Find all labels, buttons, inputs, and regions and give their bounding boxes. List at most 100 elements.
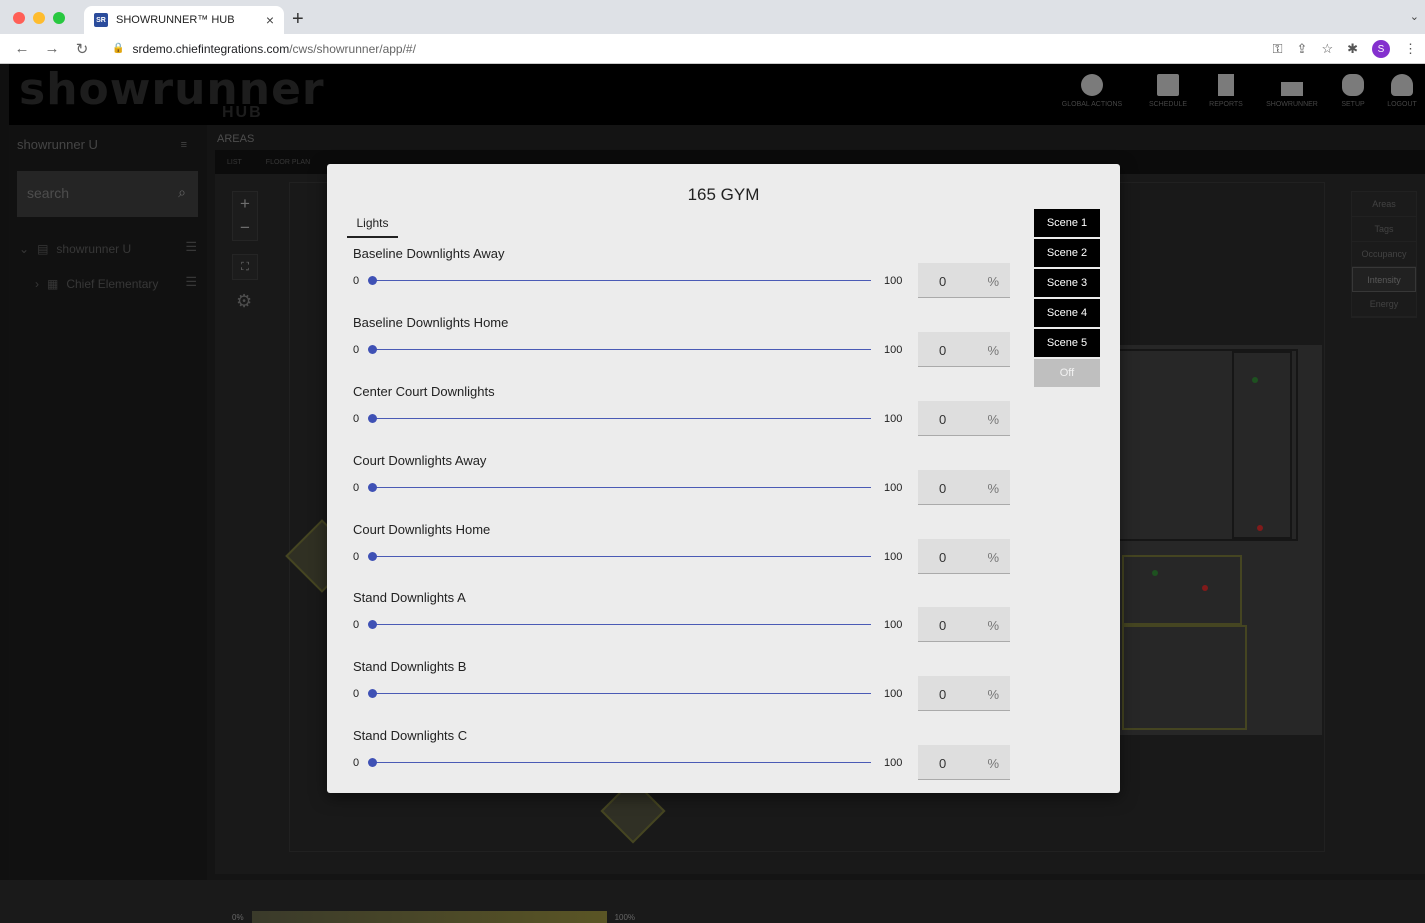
slider-thumb[interactable] <box>368 689 377 698</box>
scene-buttons: Scene 1 Scene 2 Scene 3 Scene 4 Scene 5 … <box>1034 209 1100 389</box>
slider-track[interactable] <box>371 693 871 694</box>
light-name: Court Downlights Home <box>353 522 491 537</box>
level-value: 0 <box>939 550 947 565</box>
level-input[interactable]: 0 % <box>918 745 1010 780</box>
extensions-icon[interactable]: ✱ <box>1347 41 1358 57</box>
scene-4-button[interactable]: Scene 4 <box>1034 299 1100 327</box>
url-field[interactable]: 🔒 srdemo.chiefintegrations.com/cws/showr… <box>112 42 416 56</box>
level-value: 0 <box>939 481 947 496</box>
slider-max-label: 100 <box>884 551 903 563</box>
slider-thumb[interactable] <box>368 483 377 492</box>
level-input[interactable]: 0 % <box>918 470 1010 505</box>
more-menu-icon[interactable]: ⋮ <box>1404 41 1417 57</box>
reload-icon[interactable]: ↻ <box>74 40 90 58</box>
percent-suffix: % <box>987 618 999 633</box>
minimize-window-button[interactable] <box>33 12 45 24</box>
slider-max-label: 100 <box>884 619 903 631</box>
slider-min-label: 0 <box>353 482 360 494</box>
favicon-icon: SR <box>94 13 108 27</box>
star-icon[interactable]: ☆ <box>1321 41 1333 57</box>
scene-3-button[interactable]: Scene 3 <box>1034 269 1100 297</box>
close-window-button[interactable] <box>13 12 25 24</box>
light-row: Baseline Downlights Home 0 100 0 % <box>353 315 1010 384</box>
slider-min-label: 0 <box>353 344 360 356</box>
slider-max-label: 100 <box>884 413 903 425</box>
light-row: Baseline Downlights Away 0 100 0 % <box>353 246 1010 315</box>
slider-max-label: 100 <box>884 688 903 700</box>
off-button[interactable]: Off <box>1034 359 1100 387</box>
light-name: Baseline Downlights Home <box>353 315 509 330</box>
url-host: srdemo.chiefintegrations.com <box>132 41 290 56</box>
level-value: 0 <box>939 412 947 427</box>
back-arrow-icon[interactable]: ← <box>14 40 30 57</box>
slider-track[interactable] <box>371 762 871 763</box>
light-name: Center Court Downlights <box>353 384 495 399</box>
tab-search-chevron-icon[interactable]: ⌄ <box>1410 10 1419 23</box>
light-name: Baseline Downlights Away <box>353 246 505 261</box>
slider-max-label: 100 <box>884 275 903 287</box>
dialog-title: 165 GYM <box>687 185 760 204</box>
level-input[interactable]: 0 % <box>918 607 1010 642</box>
percent-suffix: % <box>987 274 999 289</box>
slider-thumb[interactable] <box>368 414 377 423</box>
light-row: Stand Downlights A 0 100 0 % <box>353 590 1010 659</box>
slider-track[interactable] <box>371 349 871 350</box>
slider-track[interactable] <box>371 418 871 419</box>
level-value: 0 <box>939 274 947 289</box>
intensity-scale: 0% 100% <box>232 911 635 923</box>
scene-5-button[interactable]: Scene 5 <box>1034 329 1100 357</box>
share-icon[interactable]: ⇪ <box>1297 41 1308 57</box>
tab-lights[interactable]: Lights <box>347 214 398 238</box>
percent-suffix: % <box>987 550 999 565</box>
light-row: Court Downlights Home 0 100 0 % <box>353 522 1010 591</box>
scale-gradient-bar <box>251 911 607 923</box>
light-name: Court Downlights Away <box>353 453 487 468</box>
slider-min-label: 0 <box>353 757 360 769</box>
light-row: Center Court Downlights 0 100 0 % <box>353 384 1010 453</box>
slider-track[interactable] <box>371 280 871 281</box>
slider-min-label: 0 <box>353 619 360 631</box>
slider-thumb[interactable] <box>368 758 377 767</box>
slider-thumb[interactable] <box>368 552 377 561</box>
slider-track[interactable] <box>371 556 871 557</box>
new-tab-button[interactable]: + <box>292 8 304 31</box>
key-icon[interactable]: ⚿ <box>1273 41 1283 57</box>
scale-max-label: 100% <box>614 912 636 922</box>
light-row: Court Downlights Away 0 100 0 % <box>353 453 1010 522</box>
scene-2-button[interactable]: Scene 2 <box>1034 239 1100 267</box>
slider-min-label: 0 <box>353 413 360 425</box>
light-row: Stand Downlights C 0 100 0 % <box>353 728 1010 797</box>
percent-suffix: % <box>987 481 999 496</box>
level-input[interactable]: 0 % <box>918 263 1010 298</box>
percent-suffix: % <box>987 756 999 771</box>
slider-min-label: 0 <box>353 688 360 700</box>
level-value: 0 <box>939 687 947 702</box>
level-input[interactable]: 0 % <box>918 676 1010 711</box>
slider-thumb[interactable] <box>368 345 377 354</box>
scale-min-label: 0% <box>232 912 244 922</box>
slider-track[interactable] <box>371 624 871 625</box>
level-input[interactable]: 0 % <box>918 401 1010 436</box>
scene-1-button[interactable]: Scene 1 <box>1034 209 1100 237</box>
tab-title: SHOWRUNNER™ HUB <box>116 14 235 26</box>
browser-tab[interactable]: SR SHOWRUNNER™ HUB × <box>84 6 284 34</box>
forward-arrow-icon[interactable]: → <box>44 40 60 57</box>
profile-avatar[interactable]: S <box>1372 40 1390 58</box>
slider-track[interactable] <box>371 487 871 488</box>
slider-thumb[interactable] <box>368 276 377 285</box>
lock-icon: 🔒 <box>112 43 125 54</box>
slider-min-label: 0 <box>353 275 360 287</box>
light-name: Stand Downlights C <box>353 728 468 743</box>
level-value: 0 <box>939 756 947 771</box>
slider-thumb[interactable] <box>368 620 377 629</box>
level-input[interactable]: 0 % <box>918 332 1010 367</box>
light-name: Stand Downlights A <box>353 590 466 605</box>
level-input[interactable]: 0 % <box>918 539 1010 574</box>
percent-suffix: % <box>987 343 999 358</box>
slider-max-label: 100 <box>884 757 903 769</box>
address-bar: ← → ↻ 🔒 srdemo.chiefintegrations.com/cws… <box>0 34 1425 64</box>
percent-suffix: % <box>987 412 999 427</box>
maximize-window-button[interactable] <box>53 12 65 24</box>
close-tab-icon[interactable]: × <box>266 12 274 28</box>
area-lights-dialog: 165 GYM Lights Baseline Downlights Away … <box>327 164 1120 793</box>
